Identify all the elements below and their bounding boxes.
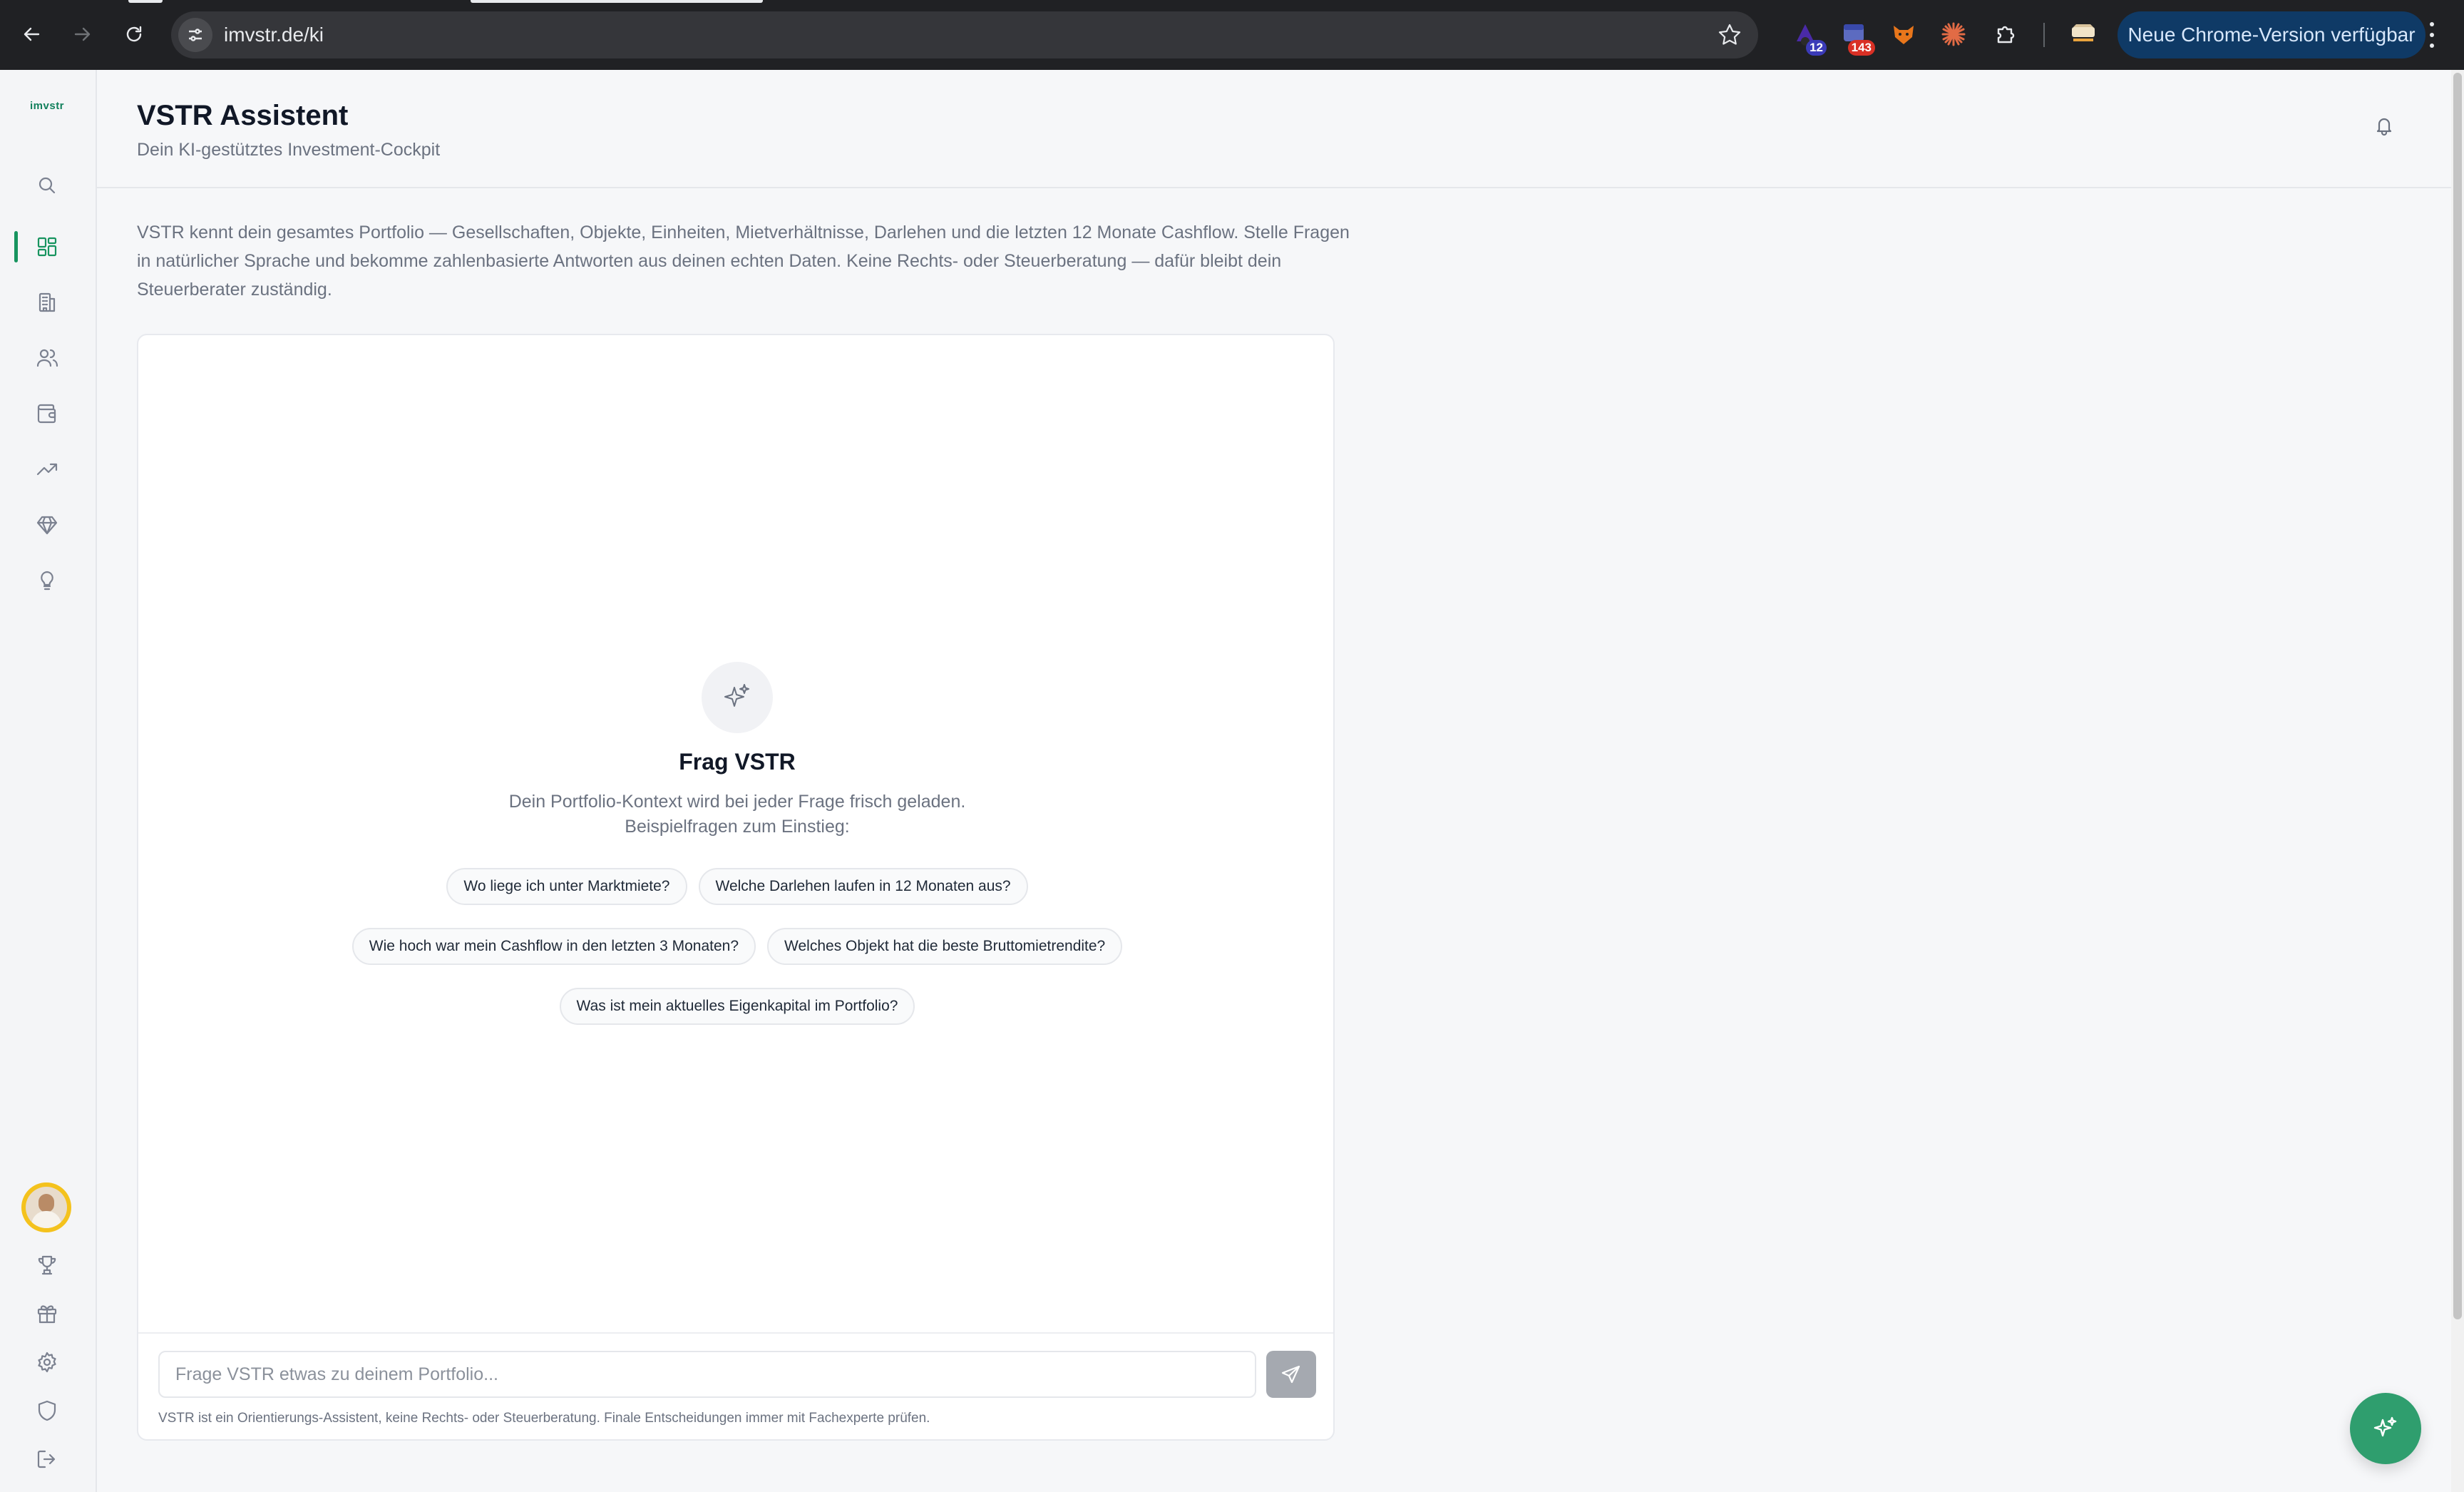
site-info-button[interactable] <box>178 18 212 52</box>
url-text[interactable]: imvstr.de/ki <box>224 24 324 46</box>
chrome-menu-icon[interactable] <box>2421 19 2443 51</box>
building-icon[interactable] <box>31 287 63 318</box>
sidebar: imvstr <box>0 70 97 1492</box>
toolbar-separator <box>2043 23 2045 47</box>
divider <box>138 1332 1333 1334</box>
suggestion-chip[interactable]: Wie hoch war mein Cashflow in den letzte… <box>351 928 756 965</box>
intro-text: VSTR kennt dein gesamtes Portfolio — Ges… <box>137 223 1350 300</box>
calendar-extension-icon[interactable]: 143 <box>1838 19 1875 56</box>
scrollbar-thumb[interactable] <box>2453 73 2462 1319</box>
send-icon <box>1281 1365 1300 1384</box>
arrow-right-icon <box>74 27 91 41</box>
suggestion-chip[interactable]: Was ist mein aktuelles Eigenkapital im P… <box>559 988 915 1025</box>
page-subtitle: Dein KI-gestütztes Investment-Cockpit <box>137 140 441 160</box>
profile-extension-icon[interactable] <box>2068 19 2099 50</box>
extension-badge: 12 <box>1806 40 1827 56</box>
tune-icon <box>189 29 202 41</box>
browser-toolbar: imvstr.de/ki 12 143 Neue Chrome-Version … <box>0 0 2464 70</box>
page-title: VSTR Assistent <box>137 100 349 131</box>
forward-button[interactable] <box>64 16 101 53</box>
users-icon[interactable] <box>31 342 63 374</box>
active-indicator <box>14 231 18 262</box>
gift-icon[interactable] <box>31 1298 63 1329</box>
suggestion-chip[interactable]: Welche Darlehen laufen in 12 Monaten aus… <box>698 868 1028 905</box>
empty-state: Frag VSTR Dein Portfolio-Kontext wird be… <box>138 662 1336 1025</box>
empty-state-line: Beispielfragen zum Einstieg: <box>625 817 850 837</box>
disclaimer-text: VSTR ist ein Orientierungs-Assistent, ke… <box>158 1411 930 1426</box>
sparkle-icon <box>702 662 773 733</box>
trend-icon[interactable] <box>31 454 63 485</box>
empty-state-title: Frag VSTR <box>679 749 796 775</box>
app-page: imvstr VSTR Assistent Dein KI-gestütztes… <box>0 70 2464 1492</box>
dashboard-icon[interactable] <box>31 231 63 262</box>
gear-icon[interactable] <box>31 1347 63 1378</box>
shield-icon[interactable] <box>31 1395 63 1426</box>
fox-extension-icon[interactable] <box>1888 19 1919 50</box>
bookmark-star-icon[interactable] <box>1717 22 1742 48</box>
empty-state-line: Dein Portfolio-Kontext wird bei jeder Fr… <box>508 792 966 812</box>
send-button[interactable] <box>1266 1351 1316 1398</box>
tab-indicator <box>471 0 763 3</box>
bell-icon[interactable] <box>2373 114 2400 141</box>
back-button[interactable] <box>13 16 50 53</box>
chat-input[interactable] <box>158 1351 1256 1398</box>
tab-indicator <box>128 0 163 3</box>
chat-panel: Frag VSTR Dein Portfolio-Kontext wird be… <box>137 334 1335 1441</box>
page-header: VSTR Assistent Dein KI-gestütztes Invest… <box>97 70 2451 188</box>
diamond-icon[interactable] <box>31 509 63 541</box>
reload-button[interactable] <box>115 16 153 53</box>
wizard-extension-icon[interactable]: 12 <box>1790 19 1827 56</box>
suggestion-list: Wo liege ich unter Marktmiete? Welche Da… <box>309 868 1165 1025</box>
suggestion-chip[interactable]: Welches Objekt hat die beste Bruttomietr… <box>767 928 1123 965</box>
avatar[interactable] <box>21 1182 71 1232</box>
trophy-icon[interactable] <box>31 1250 63 1281</box>
reload-icon <box>126 26 142 42</box>
empty-state-description: Dein Portfolio-Kontext wird bei jeder Fr… <box>138 790 1336 839</box>
logo[interactable]: imvstr <box>30 100 64 112</box>
sun-extension-icon[interactable] <box>1938 19 1969 50</box>
search-icon[interactable] <box>31 170 63 201</box>
arrow-left-icon <box>24 27 40 41</box>
address-bar[interactable]: imvstr.de/ki <box>171 11 1758 58</box>
extension-badge: 143 <box>1847 40 1875 56</box>
assistant-fab-button[interactable] <box>2350 1393 2421 1464</box>
suggestion-chip[interactable]: Wo liege ich unter Marktmiete? <box>446 868 687 905</box>
logout-icon[interactable] <box>31 1444 63 1475</box>
sparkle-icon <box>2373 1416 2397 1437</box>
main-content: VSTR Assistent Dein KI-gestütztes Invest… <box>97 70 2464 1492</box>
lightbulb-icon[interactable] <box>31 565 63 596</box>
wallet-icon[interactable] <box>31 398 63 429</box>
puzzle-icon[interactable] <box>1991 19 2022 50</box>
chrome-update-button[interactable]: Neue Chrome-Version verfügbar <box>2118 11 2426 58</box>
